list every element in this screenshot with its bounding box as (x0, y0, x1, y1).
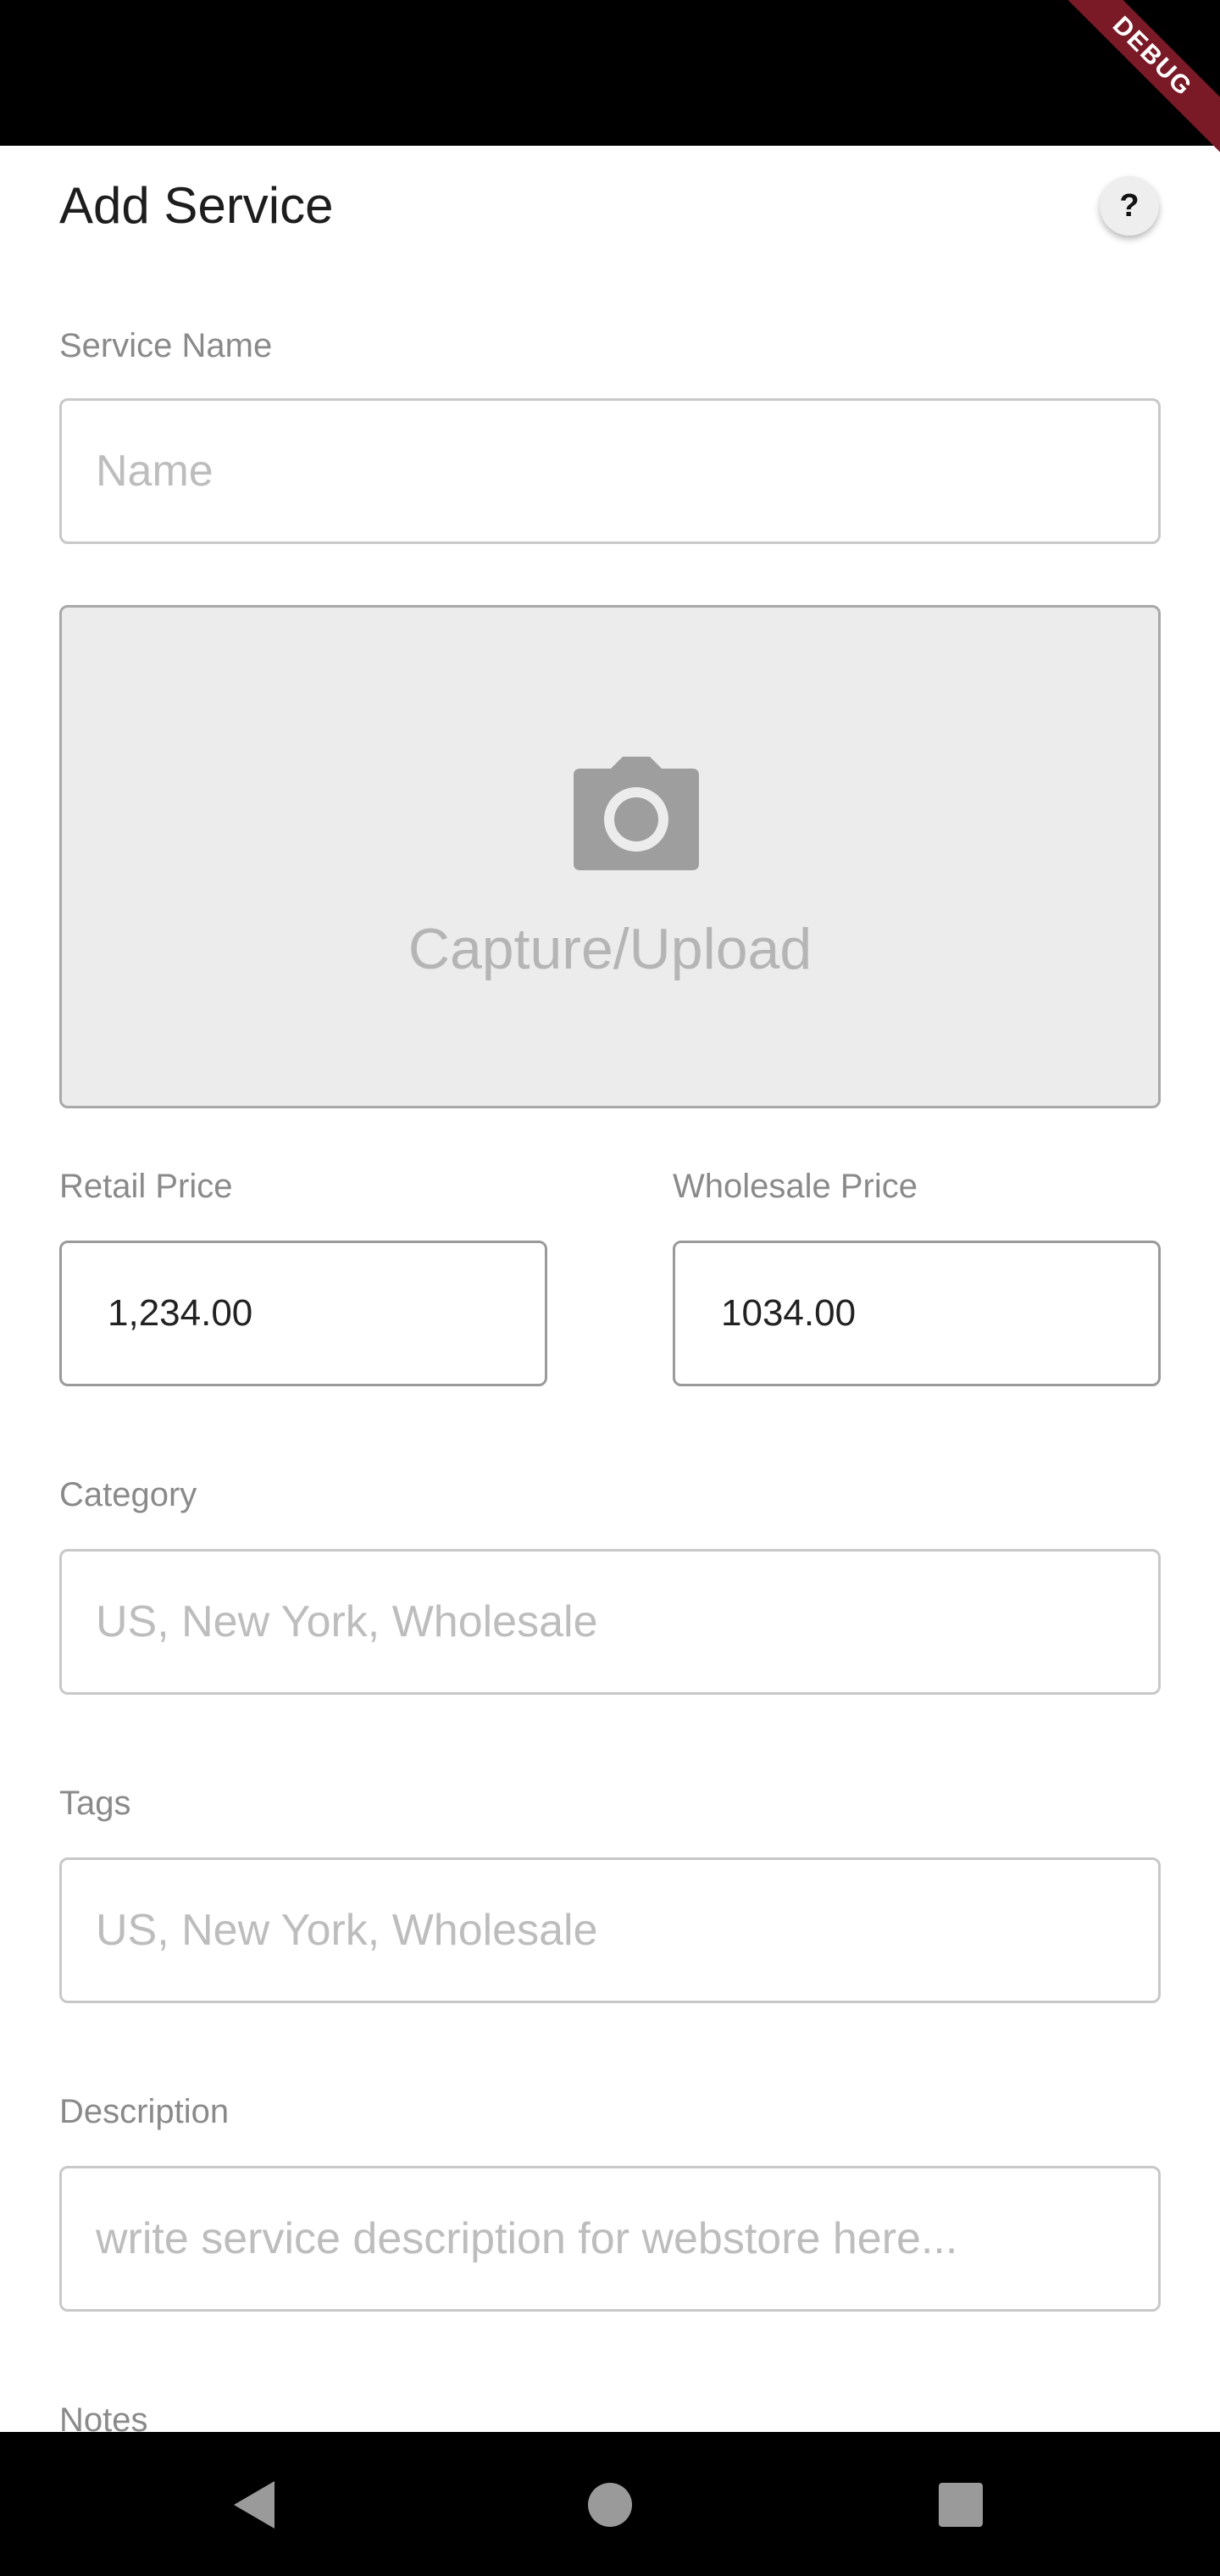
capture-upload-button[interactable]: Capture/Upload (59, 605, 1161, 1108)
system-nav-bar (0, 2432, 1220, 2576)
category-input[interactable]: US, New York, Wholesale (59, 1549, 1161, 1695)
recents-icon[interactable] (939, 2483, 983, 2527)
wholesale-price-value: 1034.00 (721, 1292, 857, 1334)
description-label: Description (59, 2093, 230, 2130)
wholesale-price-label: Wholesale Price (673, 1168, 918, 1205)
capture-upload-label: Capture/Upload (408, 917, 812, 981)
debug-banner: DEBUG (1051, 0, 1220, 169)
service-name-label: Service Name (59, 327, 273, 364)
retail-price-input[interactable]: 1,234.00 (59, 1241, 547, 1386)
camera-icon (574, 757, 699, 870)
back-icon[interactable] (230, 2479, 278, 2530)
description-placeholder: write service description for webstore h… (96, 2214, 958, 2263)
help-button[interactable]: ? (1100, 176, 1159, 236)
retail-price-label: Retail Price (59, 1168, 233, 1205)
description-input[interactable]: write service description for webstore h… (59, 2166, 1161, 2312)
debug-ribbon-label: DEBUG (1051, 0, 1220, 161)
retail-price-value: 1,234.00 (108, 1292, 253, 1334)
wholesale-price-input[interactable]: 1034.00 (673, 1241, 1161, 1386)
tags-input[interactable]: US, New York, Wholesale (59, 1857, 1161, 2003)
tags-placeholder: US, New York, Wholesale (96, 1906, 598, 1955)
tags-label: Tags (59, 1785, 131, 1822)
home-icon[interactable] (588, 2483, 632, 2527)
notes-label: Notes (59, 2401, 148, 2432)
add-service-screen: Add Service ? Service Name Name Capture/… (0, 146, 1220, 2432)
category-placeholder: US, New York, Wholesale (96, 1597, 598, 1646)
status-bar (0, 0, 1220, 146)
service-name-input[interactable]: Name (59, 398, 1161, 544)
category-label: Category (59, 1476, 197, 1513)
service-name-placeholder: Name (96, 447, 214, 496)
page-title: Add Service (59, 177, 334, 234)
